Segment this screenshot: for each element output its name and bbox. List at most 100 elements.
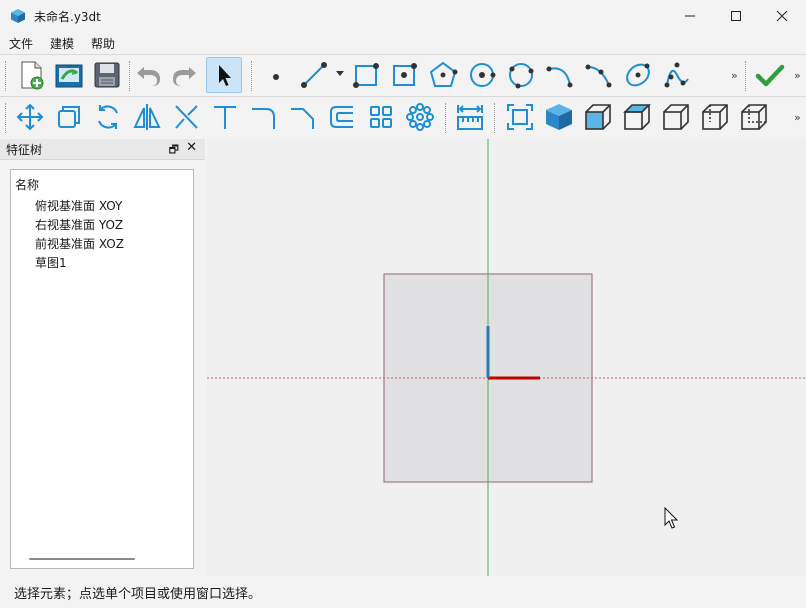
polygon-button[interactable] <box>425 57 461 93</box>
view-back-button[interactable] <box>736 99 772 135</box>
circle-icon <box>470 63 496 87</box>
save-button[interactable] <box>89 57 125 93</box>
title-bar: 未命名.y3dt <box>0 0 806 32</box>
toolbar2-more-button[interactable]: » <box>794 111 801 124</box>
line-dropdown-icon[interactable] <box>336 71 344 77</box>
close-icon <box>776 10 788 22</box>
menu-modeling[interactable]: 建模 <box>41 35 82 52</box>
confirm-button[interactable] <box>752 57 788 93</box>
mirror-button[interactable] <box>129 99 165 135</box>
circle-3point-icon <box>509 63 534 89</box>
feature-tree-header: 特征树 🗗 ✕ <box>0 139 205 160</box>
chamfer-icon <box>291 108 314 129</box>
select-button[interactable] <box>206 57 242 93</box>
open-file-button[interactable] <box>51 57 87 93</box>
arc-3point-button[interactable] <box>581 57 617 93</box>
zoom-fit-button[interactable] <box>502 99 538 135</box>
tree-column-header: 名称 <box>15 178 40 192</box>
tree-item-sketch1[interactable]: 草图1 <box>35 254 67 271</box>
new-file-button[interactable] <box>13 57 49 93</box>
circle-3point-button[interactable] <box>503 57 539 93</box>
toolbar1-more2-button[interactable]: » <box>794 69 801 82</box>
minimize-icon <box>685 15 695 17</box>
center-rectangle-button[interactable] <box>386 57 422 93</box>
rotate-icon <box>98 105 118 129</box>
circular-array-button[interactable] <box>402 99 438 135</box>
window-title: 未命名.y3dt <box>34 9 101 24</box>
viewport-canvas[interactable] <box>207 139 806 576</box>
rect-array-icon <box>370 106 392 128</box>
view-front-button[interactable] <box>580 99 616 135</box>
dimension-icon <box>457 105 483 130</box>
move-icon <box>16 103 44 131</box>
maximize-button[interactable] <box>713 0 759 32</box>
open-file-icon <box>55 64 83 88</box>
rectangle-icon <box>353 63 379 88</box>
rectangle-button[interactable] <box>348 57 384 93</box>
point-icon <box>273 74 279 80</box>
center-rectangle-icon <box>393 63 417 86</box>
confirm-check-icon <box>755 64 785 87</box>
menu-file[interactable]: 文件 <box>0 35 41 52</box>
view-left-icon <box>702 104 728 130</box>
mirror-icon <box>133 104 161 130</box>
tree-item-xoy[interactable]: 俯视基准面 XOY <box>35 197 122 214</box>
line-button[interactable] <box>296 57 332 93</box>
feature-tree-list[interactable]: 名称 俯视基准面 XOY 右视基准面 YOZ 前视基准面 XOZ 草图1 <box>10 169 194 569</box>
chamfer-button[interactable] <box>285 99 321 135</box>
trim-button[interactable] <box>168 99 204 135</box>
close-button[interactable] <box>759 0 805 32</box>
view-right-icon <box>663 104 689 130</box>
status-bar: 选择元素；点选单个项目或使用窗口选择。 <box>0 577 806 608</box>
toolbar1-more-button[interactable]: » <box>731 69 738 82</box>
view-front-icon <box>585 104 611 130</box>
tree-item-xoz[interactable]: 前视基准面 XOZ <box>35 235 124 252</box>
arc-button[interactable] <box>542 57 578 93</box>
redo-button[interactable] <box>167 57 203 93</box>
rotate-button[interactable] <box>90 99 126 135</box>
view-left-button[interactable] <box>697 99 733 135</box>
menu-help[interactable]: 帮助 <box>82 35 123 52</box>
line-icon <box>301 62 327 88</box>
minimize-button[interactable] <box>667 0 713 32</box>
arc-3point-icon <box>585 64 612 88</box>
dimension-button[interactable] <box>452 99 488 135</box>
mouse-cursor-icon <box>664 506 679 529</box>
extend-icon <box>214 106 236 129</box>
select-pointer-icon <box>219 65 231 86</box>
menu-bar: 文件 建模 帮助 <box>0 32 806 54</box>
arc-icon <box>546 66 573 88</box>
spline-icon <box>664 62 689 88</box>
feature-tree-title: 特征树 <box>6 142 43 157</box>
rect-array-button[interactable] <box>363 99 399 135</box>
view-top-icon <box>623 104 651 130</box>
view-top-button[interactable] <box>619 99 655 135</box>
undo-button[interactable] <box>130 57 166 93</box>
point-button[interactable] <box>258 57 294 93</box>
view-iso-button[interactable] <box>541 99 577 135</box>
offset-curve-button[interactable] <box>324 99 360 135</box>
zoom-fit-icon <box>507 104 533 130</box>
extend-button[interactable] <box>207 99 243 135</box>
move-button[interactable] <box>12 99 48 135</box>
circular-array-icon <box>406 103 434 131</box>
view-right-button[interactable] <box>658 99 694 135</box>
tree-item-yoz[interactable]: 右视基准面 YOZ <box>35 216 123 233</box>
polygon-icon <box>429 61 458 87</box>
circle-button[interactable] <box>464 57 500 93</box>
redo-icon <box>173 67 196 86</box>
tree-horizontal-scrollbar[interactable] <box>29 558 135 560</box>
model-viewport[interactable] <box>207 139 806 576</box>
spline-button[interactable] <box>659 57 695 93</box>
view-back-icon <box>741 104 767 130</box>
status-text: 选择元素；点选单个项目或使用窗口选择。 <box>14 587 262 602</box>
edit-view-toolbar: » <box>0 96 806 139</box>
fillet-button[interactable] <box>246 99 282 135</box>
sketch-toolbar: » » <box>0 54 806 97</box>
offset-button[interactable] <box>51 99 87 135</box>
ellipse-button[interactable] <box>620 57 656 93</box>
close-panel-icon[interactable]: ✕ <box>186 140 197 155</box>
float-panel-icon[interactable]: 🗗 <box>169 141 179 160</box>
view-iso-shaded-icon <box>546 104 572 130</box>
save-icon <box>94 62 120 88</box>
